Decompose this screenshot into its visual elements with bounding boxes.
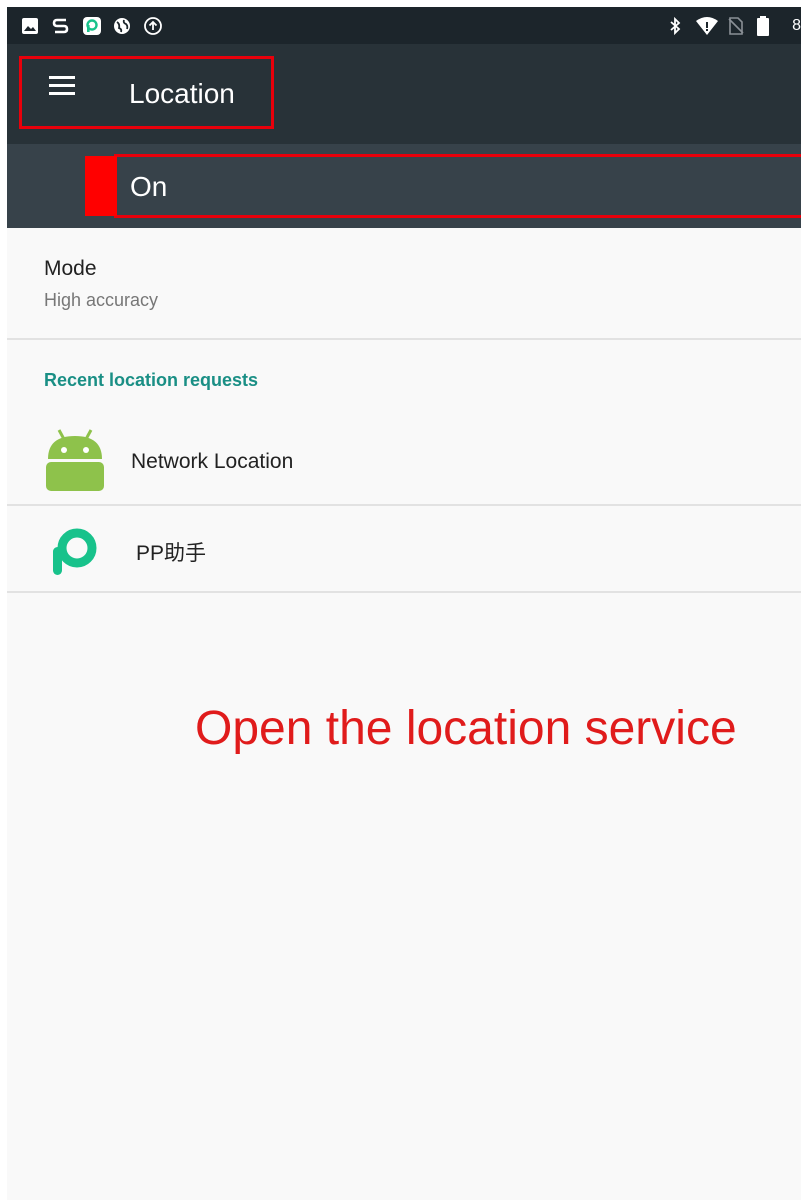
wifi-icon	[696, 17, 718, 35]
globe-icon	[114, 18, 130, 34]
upload-icon	[144, 17, 162, 35]
bluetooth-icon	[670, 16, 681, 36]
highlight-box-switch	[114, 154, 801, 218]
battery-icon	[757, 16, 769, 36]
mode-title: Mode	[44, 257, 97, 280]
app-label-pp-assistant: PP助手	[136, 542, 207, 565]
switch-label: On	[130, 171, 168, 202]
list-item-pp-assistant[interactable]	[7, 506, 801, 592]
page-title: Location	[129, 78, 235, 109]
pp-app-icon	[83, 17, 101, 35]
hamburger-menu-icon[interactable]	[49, 76, 75, 96]
list-item-network-location[interactable]	[7, 419, 801, 503]
battery-percentage: 8	[792, 17, 801, 34]
app-label-network-location: Network Location	[131, 450, 294, 473]
mode-setting[interactable]	[7, 229, 801, 339]
section-header-recent-requests: Recent location requests	[44, 370, 259, 390]
pp-assistant-icon	[53, 528, 97, 575]
no-sim-icon	[728, 17, 744, 35]
mode-value: High accuracy	[44, 290, 159, 310]
annotation-text: Open the location service	[195, 702, 737, 755]
screen: 8 Location On Mode High accuracy Recent …	[7, 7, 801, 1200]
s-app-icon	[52, 18, 69, 34]
divider	[7, 591, 801, 593]
status-bar: 8	[7, 7, 801, 44]
highlight-marker	[85, 156, 117, 216]
image-icon	[22, 18, 38, 34]
divider	[7, 338, 801, 340]
android-robot-icon	[46, 429, 104, 491]
